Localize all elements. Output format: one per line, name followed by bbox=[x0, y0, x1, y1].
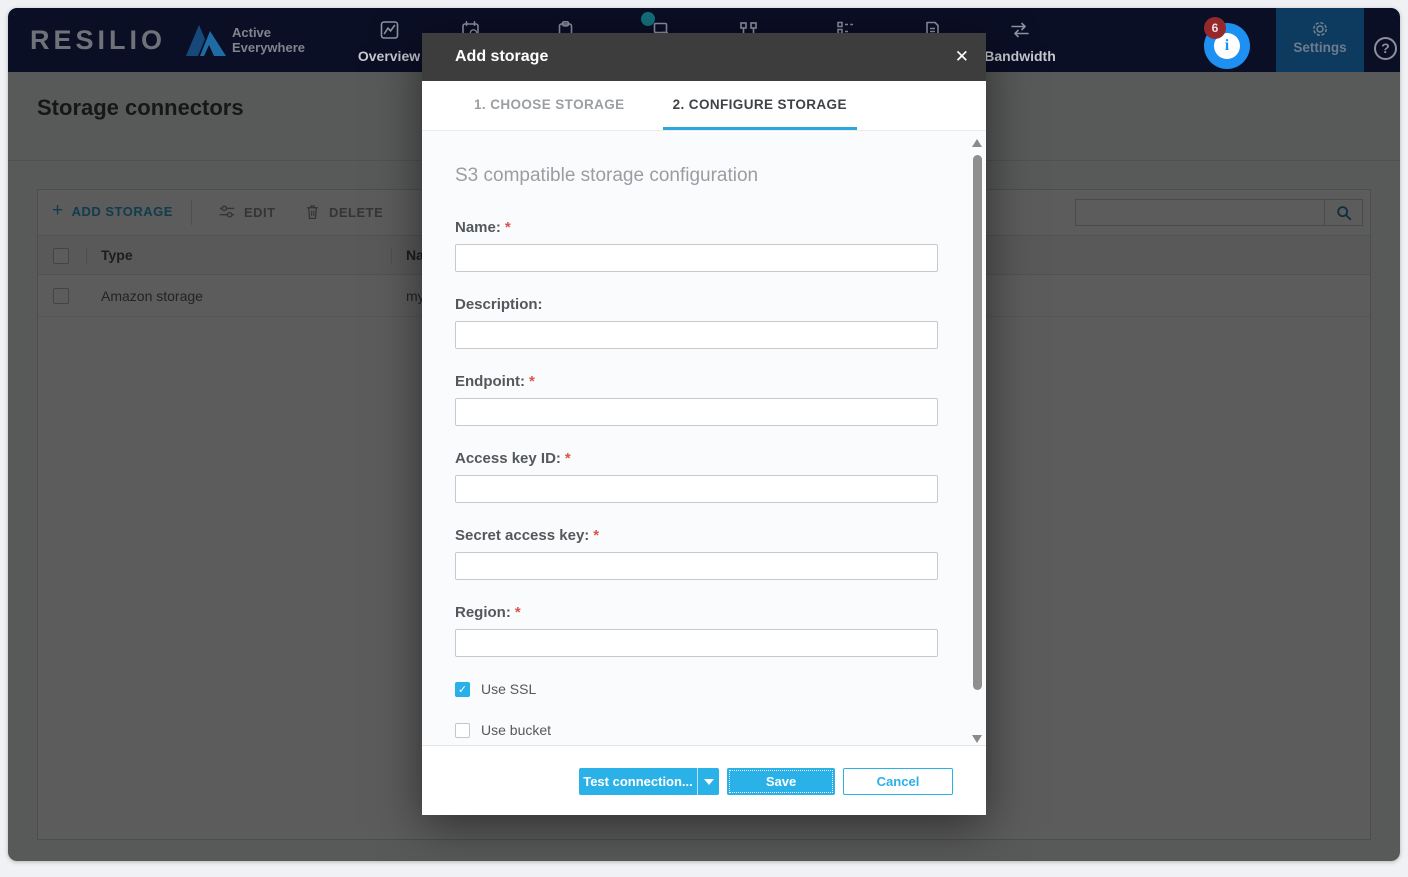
modal-scrollbar bbox=[971, 133, 984, 743]
active-everywhere-logo-icon bbox=[186, 25, 226, 56]
field-label: Secret access key: * bbox=[455, 527, 600, 544]
use-bucket-checkbox-row[interactable]: Use bucket bbox=[455, 722, 938, 738]
product-name-line2: Everywhere bbox=[232, 40, 305, 55]
secret-access-key-input[interactable] bbox=[455, 552, 938, 580]
save-button[interactable]: Save bbox=[727, 768, 835, 795]
use-ssl-label: Use SSL bbox=[481, 681, 537, 697]
use-ssl-checkbox[interactable]: ✓ bbox=[455, 681, 470, 697]
required-asterisk: * bbox=[564, 450, 571, 467]
product-name-line1: Active bbox=[232, 25, 272, 40]
description-input[interactable] bbox=[455, 321, 938, 349]
field-access-key-id: Access key ID: * bbox=[455, 450, 938, 503]
nav-item-label: Overview bbox=[357, 48, 421, 64]
field-name: Name: * bbox=[455, 219, 938, 272]
modal-title: Add storage bbox=[455, 48, 549, 65]
field-label: Region: * bbox=[455, 604, 521, 621]
use-ssl-checkbox-row[interactable]: ✓ Use SSL bbox=[455, 681, 938, 697]
gear-icon bbox=[1313, 22, 1327, 36]
modal-tabs: 1. CHOOSE STORAGE 2. CONFIGURE STORAGE bbox=[422, 81, 986, 131]
field-label: Name: * bbox=[455, 219, 511, 236]
required-asterisk: * bbox=[504, 219, 511, 236]
field-label: Description: bbox=[455, 296, 543, 313]
resilio-logo: RESILIO bbox=[30, 25, 167, 55]
field-secret-access-key: Secret access key: * bbox=[455, 527, 938, 580]
access-key-id-input[interactable] bbox=[455, 475, 938, 503]
info-button[interactable]: i 6 bbox=[1204, 17, 1250, 69]
scroll-up-arrow-icon[interactable] bbox=[972, 139, 982, 147]
app-window: RESILIO Active Everywhere Overview Bandw… bbox=[8, 8, 1400, 861]
nav-item-label: Bandwidth bbox=[984, 48, 1056, 64]
close-icon[interactable]: ✕ bbox=[955, 46, 969, 68]
field-label: Access key ID: * bbox=[455, 450, 571, 467]
scrollbar-thumb[interactable] bbox=[973, 155, 982, 690]
use-bucket-label: Use bucket bbox=[481, 722, 552, 738]
tab-choose-storage[interactable]: 1. CHOOSE STORAGE bbox=[464, 81, 635, 130]
nav-item-bandwidth[interactable]: Bandwidth bbox=[978, 20, 1062, 64]
section-title: S3 compatible storage configuration bbox=[455, 165, 759, 186]
region-input[interactable] bbox=[455, 629, 938, 657]
test-connection-button[interactable]: Test connection... bbox=[579, 768, 697, 795]
tab-configure-storage[interactable]: 2. CONFIGURE STORAGE bbox=[662, 81, 857, 130]
modal-body: S3 compatible storage configuration Name… bbox=[422, 131, 986, 745]
notification-badge: 6 bbox=[1204, 17, 1226, 39]
required-asterisk: * bbox=[514, 604, 521, 621]
cancel-button[interactable]: Cancel bbox=[843, 768, 953, 795]
nav-item-settings[interactable]: Settings bbox=[1276, 8, 1364, 72]
field-region: Region: * bbox=[455, 604, 938, 657]
modal-header: Add storage ✕ bbox=[422, 33, 986, 81]
help-button[interactable]: ? bbox=[1374, 37, 1397, 60]
field-endpoint: Endpoint: * bbox=[455, 373, 938, 426]
nav-item-overview[interactable]: Overview bbox=[347, 20, 431, 64]
nav-item-label: Settings bbox=[1293, 40, 1347, 55]
use-bucket-checkbox[interactable] bbox=[455, 722, 470, 738]
agent-notification-dot bbox=[641, 12, 655, 26]
scroll-down-arrow-icon[interactable] bbox=[972, 735, 982, 743]
name-input[interactable] bbox=[455, 244, 938, 272]
test-connection-dropdown[interactable] bbox=[697, 768, 719, 795]
add-storage-modal: Add storage ✕ 1. CHOOSE STORAGE 2. CONFI… bbox=[422, 33, 986, 815]
field-label: Endpoint: * bbox=[455, 373, 535, 390]
product-name: Active Everywhere bbox=[232, 25, 305, 55]
modal-footer: Test connection... Save Cancel bbox=[422, 745, 986, 815]
chart-icon bbox=[380, 21, 398, 39]
required-asterisk: * bbox=[593, 527, 600, 544]
field-description: Description: bbox=[455, 296, 938, 349]
bandwidth-arrows-icon bbox=[1011, 22, 1029, 38]
required-asterisk: * bbox=[528, 373, 535, 390]
endpoint-input[interactable] bbox=[455, 398, 938, 426]
